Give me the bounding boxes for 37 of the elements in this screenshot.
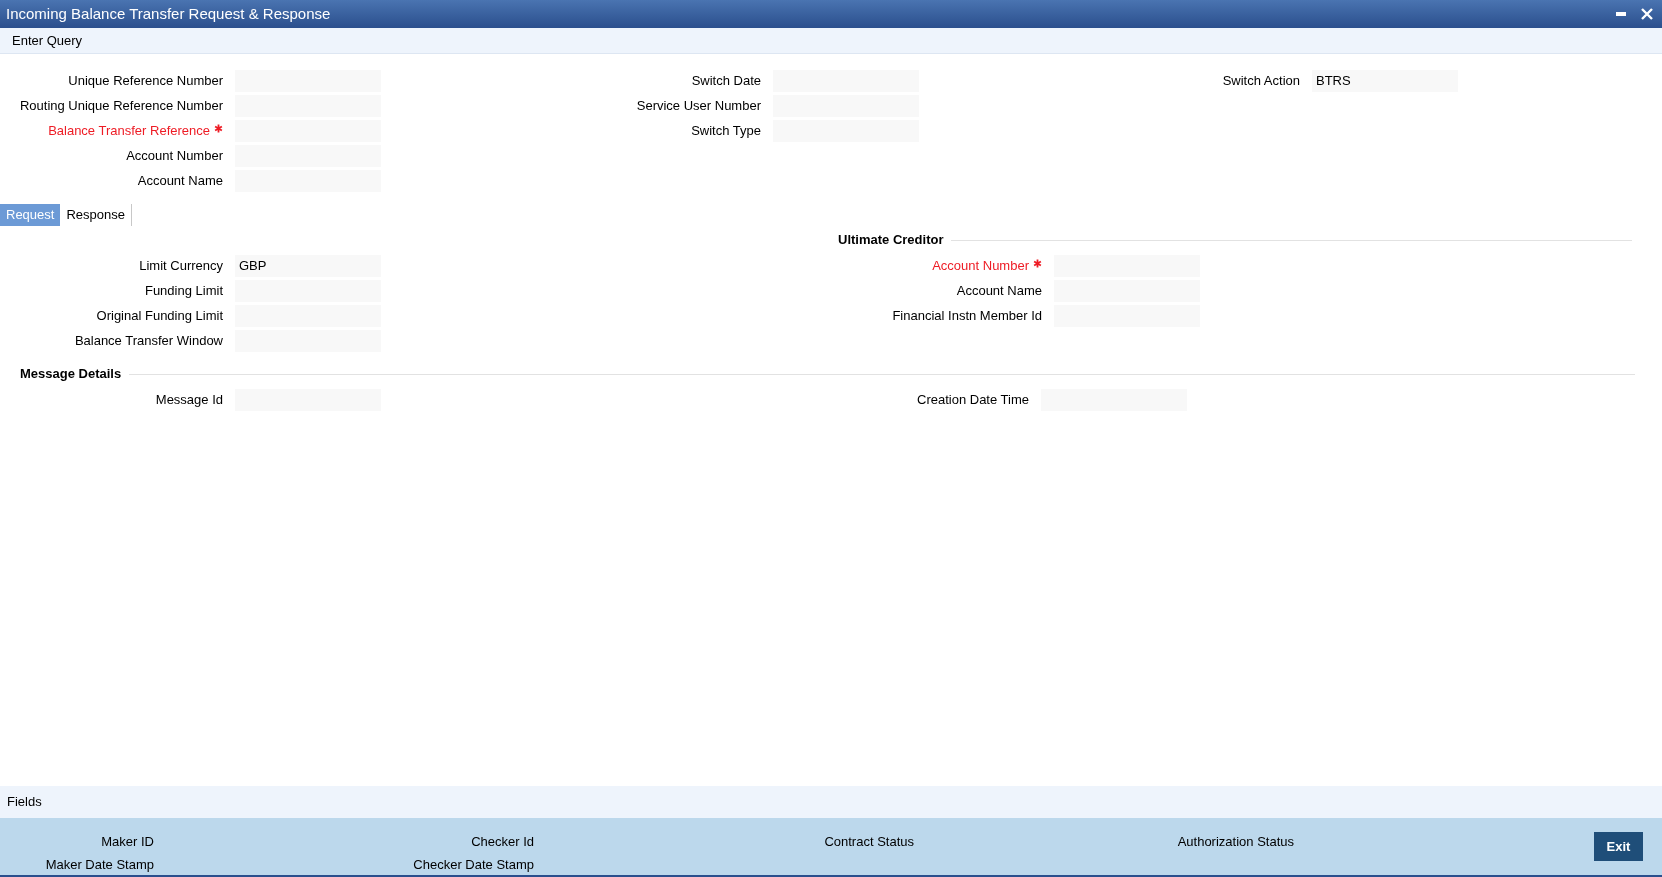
field-label: Original Funding Limit — [96, 306, 223, 325]
audit-label: Contract Status — [824, 833, 914, 851]
field-label: Service User Number — [636, 96, 761, 115]
field-label: Creation Date Time — [917, 390, 1029, 409]
field-label: Unique Reference Number — [68, 71, 223, 90]
menu-item[interactable]: Enter Query — [12, 30, 83, 51]
audit-label: Authorization Status — [1177, 833, 1294, 851]
required-icon — [1033, 259, 1042, 268]
exit-button[interactable]: Exit — [1594, 832, 1643, 861]
minimize-icon — [1616, 12, 1626, 16]
field-label: Routing Unique Reference Number — [19, 96, 223, 115]
section-title: Ultimate Creditor — [838, 231, 944, 250]
field-label: Funding Limit — [144, 281, 223, 300]
field-label: Account Name — [137, 171, 223, 190]
audit-label: Maker ID — [101, 833, 154, 851]
field-label: Account Number — [932, 256, 1029, 275]
field-label: Account Name — [956, 281, 1042, 300]
window-title: Incoming Balance Transfer Request & Response — [6, 3, 331, 24]
input-field[interactable]: BTRS — [1312, 69, 1458, 92]
field-label: Balance Transfer Window — [74, 331, 223, 350]
field-label: Switch Action — [1222, 71, 1300, 90]
close-button[interactable] — [1640, 7, 1654, 21]
section-title: Message Details — [20, 365, 122, 384]
fields-label: Fields — [7, 793, 42, 812]
close-icon — [1641, 8, 1653, 20]
audit-label: Maker Date Stamp — [45, 856, 154, 874]
field-label: Message Id — [155, 390, 223, 409]
field-label: Balance Transfer Reference — [48, 121, 210, 140]
field-label: Switch Type — [691, 121, 761, 140]
audit-label: Checker Date Stamp — [413, 856, 534, 874]
input-field[interactable]: GBP — [235, 254, 381, 277]
field-label: Financial Instn Member Id — [892, 306, 1042, 325]
field-label: Account Number — [126, 146, 223, 165]
field-label: Switch Date — [691, 71, 761, 90]
field-label: Limit Currency — [139, 256, 223, 275]
audit-label: Checker Id — [471, 833, 534, 851]
required-icon — [214, 124, 223, 133]
